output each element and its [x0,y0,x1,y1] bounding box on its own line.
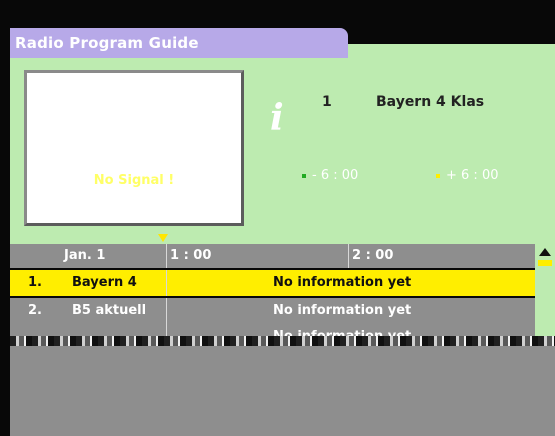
channel-name: Bayern 4 Klas [376,94,485,110]
no-signal-text: No Signal ! [93,173,175,188]
timeline-divider [348,244,349,268]
time-shift-back[interactable]: - 6 : 00 [302,168,358,183]
row-divider [166,270,167,296]
current-time-marker-icon [158,234,168,242]
station-name: B5 aktuell [72,303,147,318]
timeline-date: Jan. 1 [64,248,106,263]
window-title: Radio Program Guide [10,28,348,58]
green-key-icon [302,173,306,178]
scrollbar-thumb[interactable] [538,260,552,266]
time-shift-back-label: - 6 : 00 [312,168,359,183]
program-row[interactable]: 1. Bayern 4 No information yet [10,270,535,296]
station-name: Bayern 4 [72,275,137,290]
channel-preview: No Signal ! [24,70,244,226]
time-shift-forward-label: + 6 : 00 [446,168,499,183]
scroll-up-arrow-icon[interactable] [539,248,551,256]
channel-number: 1 [322,94,332,110]
time-shift-forward[interactable]: + 6 : 00 [436,168,498,183]
program-info: No information yet [273,303,412,318]
row-number: 2. [28,303,42,318]
timeline-divider [166,244,167,268]
timeline-slot-2: 2 : 00 [352,248,394,263]
row-divider [166,298,167,324]
program-info: No information yet [273,275,412,290]
scrollbar[interactable] [535,244,555,340]
info-icon: i [270,97,284,139]
program-row[interactable]: 2. B5 aktuell No information yet [10,298,535,324]
row-number: 1. [28,275,42,290]
timeline-slot-1: 1 : 00 [170,248,212,263]
lower-panel [10,346,555,436]
timeline-header: Jan. 1 1 : 00 2 : 00 [10,244,535,268]
signal-glitch [10,336,555,346]
yellow-key-icon [436,173,440,178]
screen: Radio Program Guide No Signal ! i 1 Baye… [0,0,555,436]
